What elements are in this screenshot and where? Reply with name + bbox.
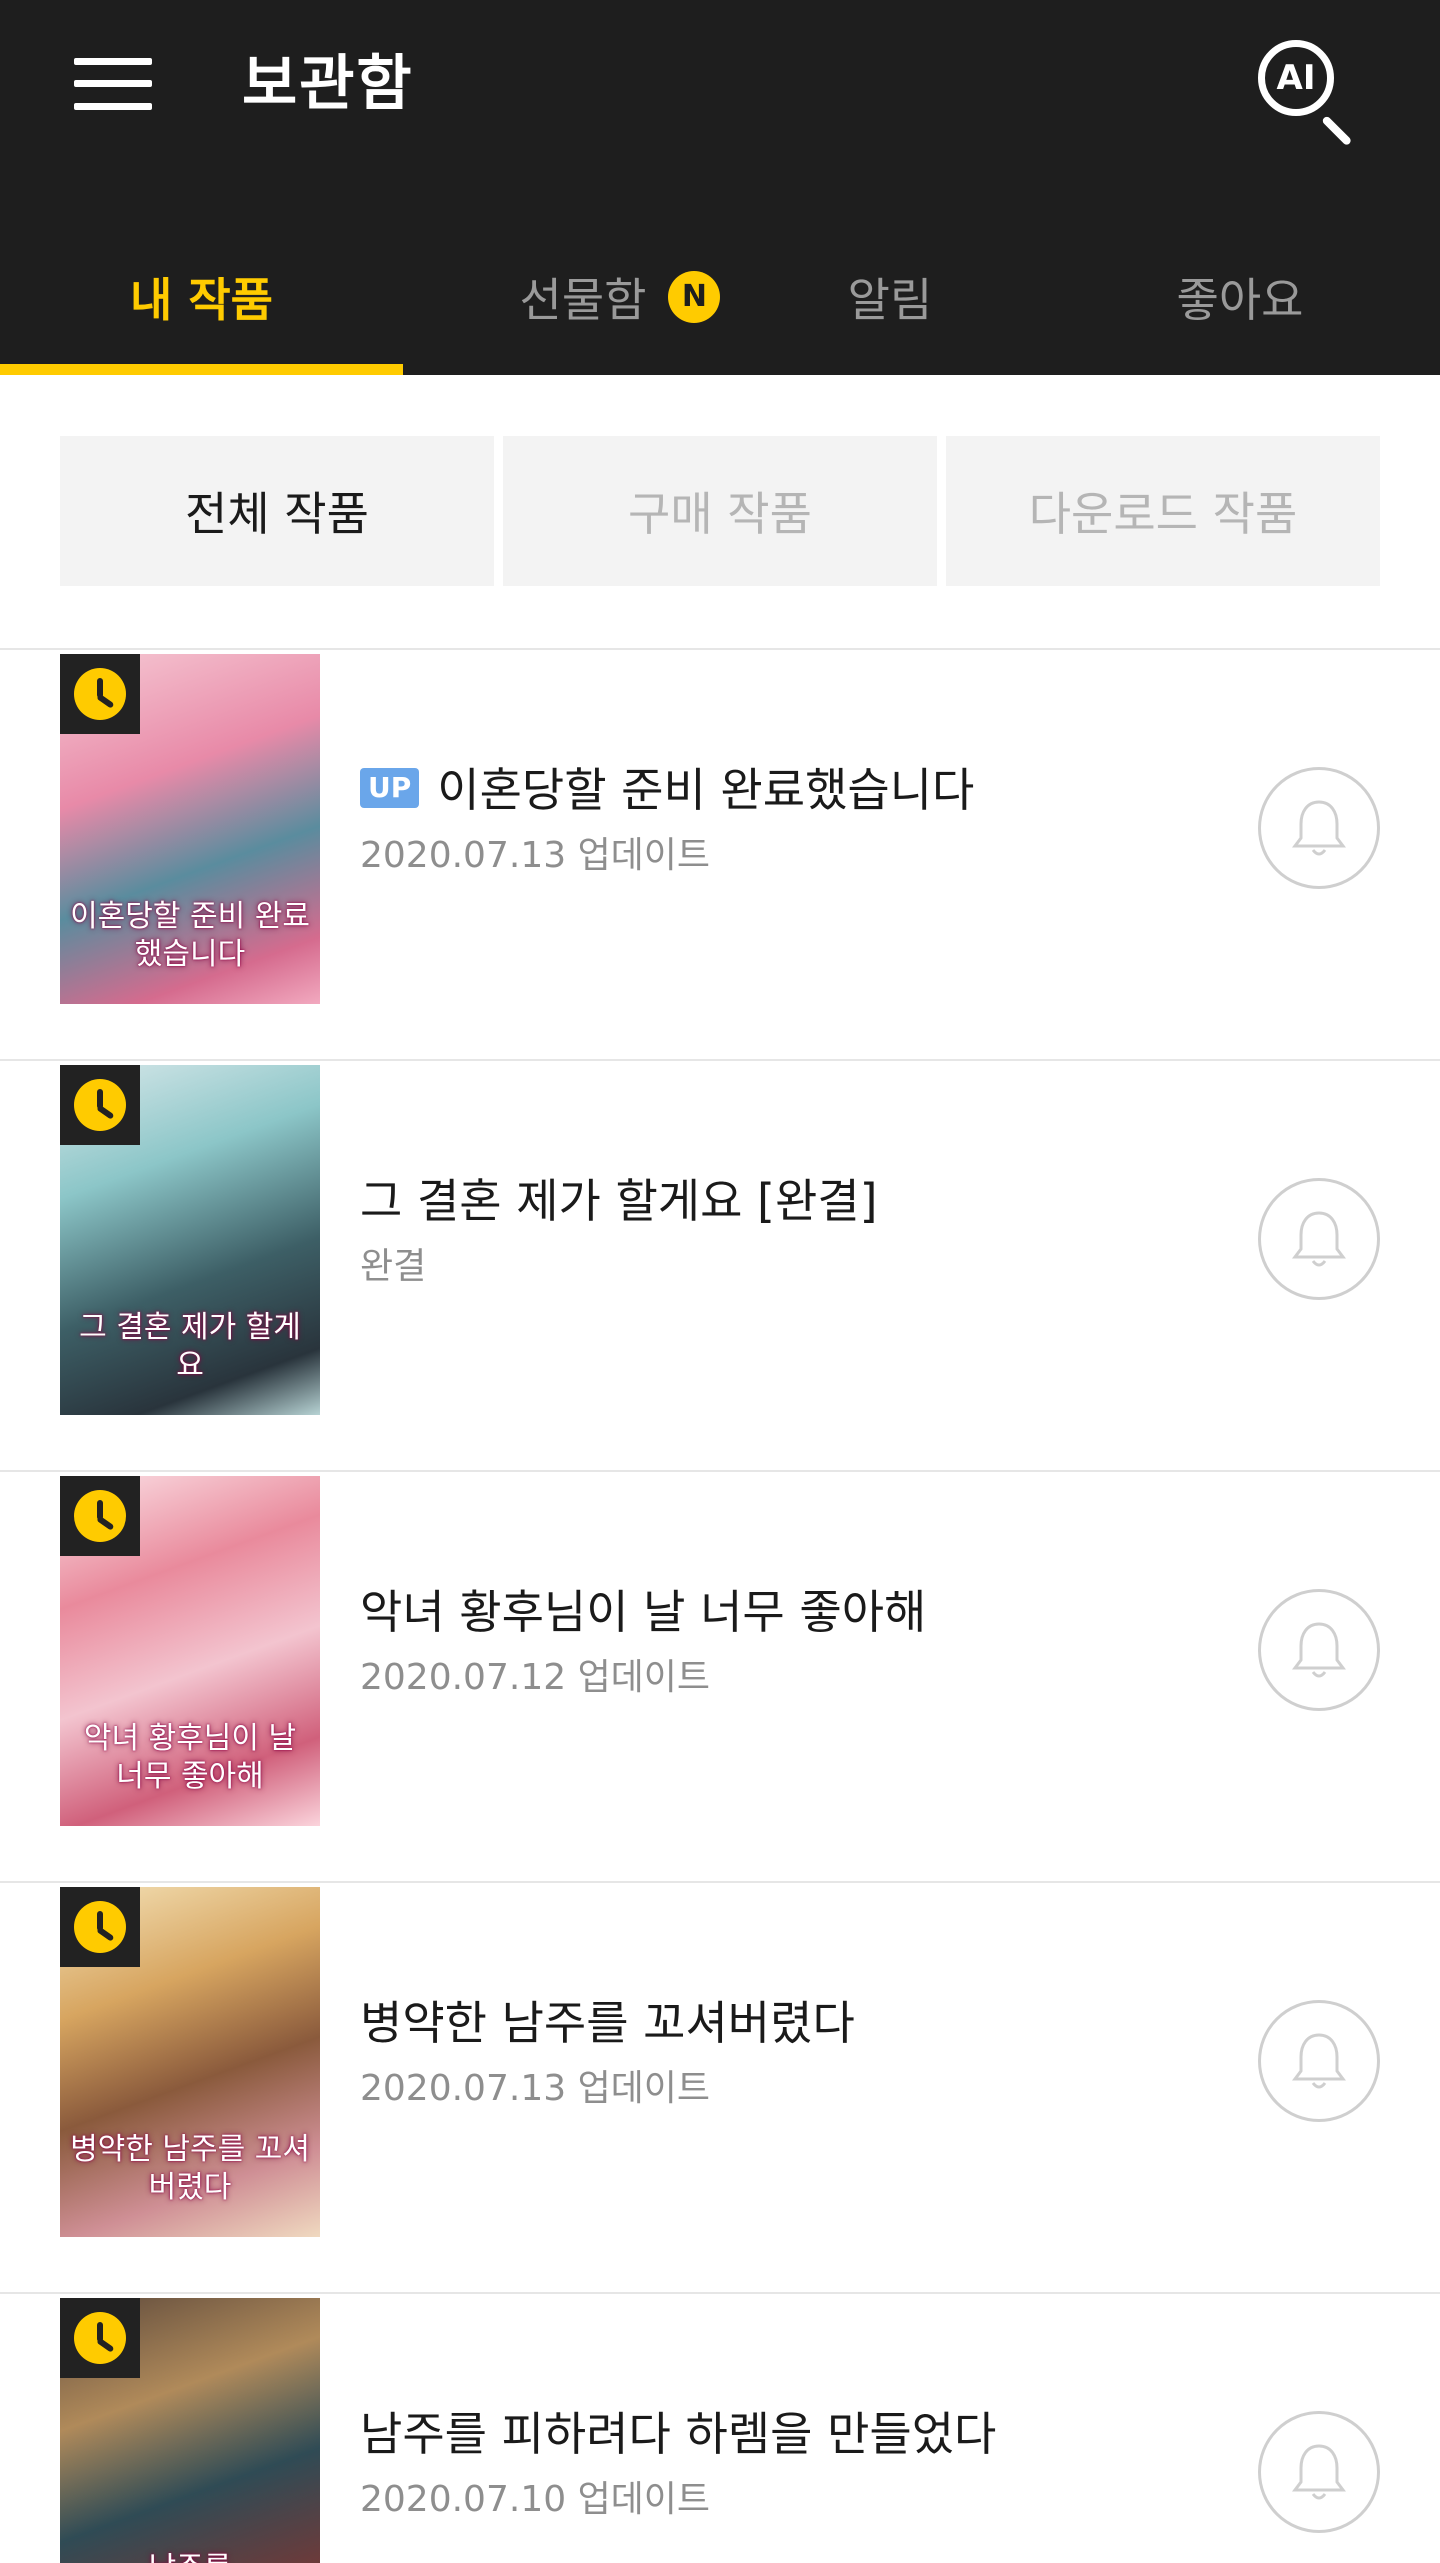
app-header: 보관함 AI 내 작품 선물함 N 알림 좋아요: [0, 0, 1440, 375]
tab-label: 좋아요: [1176, 272, 1304, 327]
wait-free-clock-icon: [60, 654, 140, 734]
work-title[interactable]: 악녀 황후님이 날 너무 좋아해: [360, 1582, 1220, 1642]
tab-label: 알림: [847, 272, 933, 327]
new-badge: N: [668, 270, 721, 323]
list-item[interactable]: 남주를 남주를 피하려다 하렘을 만들었다 2020.07.10 업데이트: [0, 2292, 1440, 2563]
list-item[interactable]: 이혼당할 준비 완료했습니다 UP 이혼당할 준비 완료했습니다 2020.07.…: [0, 648, 1440, 1061]
tab-label: 내 작품: [130, 272, 273, 327]
bell-icon[interactable]: [1258, 2000, 1380, 2122]
bell-icon[interactable]: [1258, 1589, 1380, 1711]
wait-free-clock-icon: [60, 1887, 140, 1967]
tab-bar: 내 작품 선물함 N 알림 좋아요: [0, 218, 1440, 375]
filter-bar: 전체 작품 구매 작품 다운로드 작품: [60, 436, 1380, 586]
cover-image[interactable]: 이혼당할 준비 완료했습니다: [60, 654, 320, 1004]
list-item[interactable]: 그 결혼 제가 할게요 그 결혼 제가 할게요 [완결] 완결: [0, 1059, 1440, 1472]
wait-free-clock-icon: [60, 2298, 140, 2378]
update-date: 2020.07.13 업데이트: [360, 835, 711, 876]
list-item[interactable]: 병약한 남주를 꼬셔버렸다 병약한 남주를 꼬셔버렸다 2020.07.13 업…: [0, 1881, 1440, 2294]
work-title[interactable]: 그 결혼 제가 할게요 [완결]: [360, 1171, 1220, 1231]
ai-search-icon[interactable]: AI: [1254, 36, 1354, 147]
ai-label: AI: [1276, 58, 1316, 98]
page-title: 보관함: [242, 49, 414, 119]
work-title[interactable]: UP 이혼당할 준비 완료했습니다: [360, 760, 1220, 820]
filter-downloaded-works[interactable]: 다운로드 작품: [946, 436, 1380, 586]
tab-gift-box[interactable]: 선물함 N: [470, 218, 770, 375]
cover-title: 남주를: [66, 2550, 314, 2563]
cover-image[interactable]: 그 결혼 제가 할게요: [60, 1065, 320, 1415]
wait-free-clock-icon: [60, 1065, 140, 1145]
tab-likes[interactable]: 좋아요: [1120, 218, 1360, 375]
bell-icon[interactable]: [1258, 767, 1380, 889]
hamburger-menu-icon[interactable]: [74, 58, 152, 110]
bell-icon[interactable]: [1258, 1178, 1380, 1300]
status-text: 완결: [360, 1246, 427, 1287]
update-date: 2020.07.12 업데이트: [360, 1657, 711, 1698]
cover-title: 병약한 남주를 꼬셔버렸다: [70, 2132, 310, 2205]
filter-all-works[interactable]: 전체 작품: [60, 436, 494, 586]
update-date: 2020.07.13 업데이트: [360, 2068, 711, 2109]
work-title[interactable]: 남주를 피하려다 하렘을 만들었다: [360, 2404, 1220, 2464]
filter-purchased-works[interactable]: 구매 작품: [503, 436, 937, 586]
cover-image[interactable]: 남주를: [60, 2298, 320, 2563]
update-date: 2020.07.10 업데이트: [360, 2479, 711, 2520]
bell-icon[interactable]: [1258, 2411, 1380, 2533]
tab-notifications[interactable]: 알림: [790, 218, 990, 375]
tab-my-works[interactable]: 내 작품: [0, 218, 403, 375]
cover-image[interactable]: 악녀 황후님이 날 너무 좋아해: [60, 1476, 320, 1826]
cover-title: 악녀 황후님이 날 너무 좋아해: [83, 1721, 297, 1794]
work-title-text: 이혼당할 준비 완료했습니다: [437, 763, 975, 817]
tab-label: 선물함: [519, 272, 647, 327]
up-badge: UP: [360, 767, 420, 808]
wait-free-clock-icon: [60, 1476, 140, 1556]
cover-title: 그 결혼 제가 할게요: [79, 1310, 301, 1383]
work-title[interactable]: 병약한 남주를 꼬셔버렸다: [360, 1993, 1220, 2053]
list-item[interactable]: 악녀 황후님이 날 너무 좋아해 악녀 황후님이 날 너무 좋아해 2020.0…: [0, 1470, 1440, 1883]
cover-image[interactable]: 병약한 남주를 꼬셔버렸다: [60, 1887, 320, 2237]
active-tab-indicator: [0, 364, 403, 375]
cover-title: 이혼당할 준비 완료했습니다: [70, 899, 310, 972]
